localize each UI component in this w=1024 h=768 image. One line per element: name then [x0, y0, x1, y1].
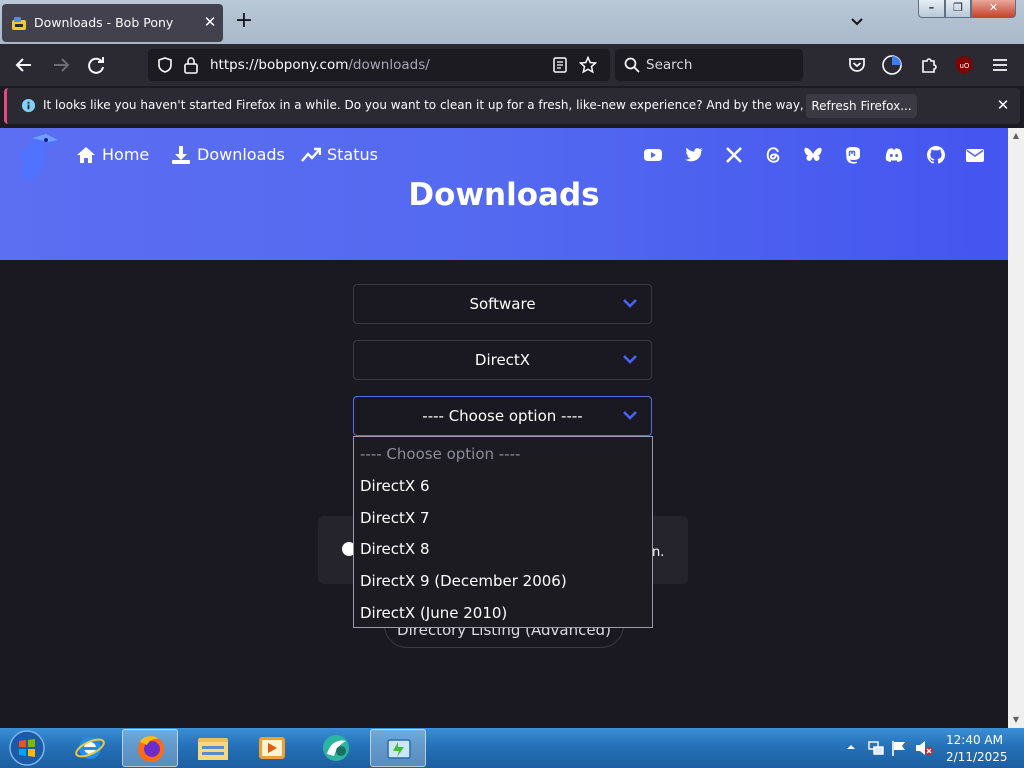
- chevron-down-icon: [623, 299, 637, 308]
- dropdown-option[interactable]: DirectX 7: [360, 509, 430, 537]
- ublock-icon[interactable]: uO: [953, 54, 975, 76]
- close-icon: ✕: [988, 1, 999, 14]
- discord-icon[interactable]: [884, 145, 904, 165]
- product-select[interactable]: DirectX: [353, 340, 652, 380]
- flag-icon[interactable]: [890, 739, 908, 757]
- url-path: /downloads/: [348, 57, 430, 73]
- start-button-icon[interactable]: [4, 728, 50, 768]
- nav-status-label: Status: [327, 145, 378, 164]
- tab-strip: Downloads - Bob Pony ✕ + – ❐ ✕: [0, 0, 1024, 44]
- close-window-button[interactable]: ✕: [971, 0, 1016, 18]
- notification-bar: It looks like you haven't started Firefo…: [4, 88, 1020, 124]
- account-icon[interactable]: [881, 54, 903, 76]
- bookmark-star-icon[interactable]: [579, 56, 597, 74]
- info-text-fragment: n.: [652, 545, 665, 560]
- scroll-up-icon[interactable]: ▲: [1008, 128, 1024, 144]
- dropdown-option[interactable]: DirectX 8: [360, 540, 430, 568]
- category-select-value: Software: [469, 295, 536, 313]
- navigation-toolbar: https://bobpony.com/downloads/ Search uO: [0, 44, 1024, 86]
- minimize-button[interactable]: –: [918, 0, 945, 18]
- url-bar[interactable]: https://bobpony.com/downloads/: [148, 49, 610, 81]
- lock-icon[interactable]: [183, 56, 199, 74]
- clock-date[interactable]: 2/11/2025: [946, 750, 1008, 764]
- shield-icon[interactable]: [156, 56, 174, 74]
- maximize-button[interactable]: ❐: [945, 0, 971, 18]
- chevron-down-icon: [623, 355, 637, 364]
- mastodon-icon[interactable]: [843, 145, 863, 165]
- x-icon[interactable]: [724, 145, 744, 165]
- nav-home-label: Home: [102, 145, 150, 164]
- firefox-icon: [138, 736, 164, 762]
- category-select[interactable]: Software: [353, 284, 652, 324]
- tab-title: Downloads - Bob Pony: [34, 15, 174, 30]
- version-dropdown-list: ---- Choose option ---- DirectX 6 Direct…: [353, 436, 653, 628]
- volume-muted-icon[interactable]: [914, 739, 934, 757]
- file-explorer-icon[interactable]: [185, 729, 241, 767]
- media-player-icon[interactable]: [244, 729, 300, 767]
- dropdown-option[interactable]: DirectX 9 (December 2006): [360, 572, 567, 600]
- nav-downloads-label: Downloads: [197, 145, 285, 164]
- search-icon: [624, 57, 640, 73]
- internet-explorer-icon[interactable]: [62, 729, 118, 767]
- forward-arrow-icon[interactable]: [50, 54, 72, 76]
- svg-text:uO: uO: [960, 62, 970, 70]
- back-arrow-icon[interactable]: [13, 54, 35, 76]
- dropdown-option[interactable]: ---- Choose option ----: [360, 445, 520, 473]
- notification-close-icon[interactable]: ✕: [994, 96, 1012, 114]
- page-viewport: Home Downloads Status Downloads Software…: [0, 128, 1008, 728]
- app-icon[interactable]: [308, 729, 364, 767]
- vertical-scrollbar[interactable]: ▲ ▼: [1008, 128, 1024, 728]
- search-bar[interactable]: Search: [615, 49, 803, 81]
- system-tray: 12:40 AM 2/11/2025: [840, 728, 1024, 768]
- threads-icon[interactable]: [763, 145, 783, 165]
- url-text: https://bobpony.com/downloads/: [210, 57, 430, 73]
- reader-view-icon[interactable]: [552, 57, 568, 73]
- extensions-icon[interactable]: [918, 54, 940, 76]
- version-select[interactable]: ---- Choose option ----: [353, 396, 652, 436]
- menu-icon[interactable]: [989, 54, 1011, 76]
- taskbar-firefox-button[interactable]: [122, 729, 178, 767]
- pocket-icon[interactable]: [846, 54, 868, 76]
- window-icon: [387, 739, 411, 759]
- clock-time[interactable]: 12:40 AM: [946, 733, 1003, 747]
- bobpony-favicon-icon: [12, 17, 26, 30]
- dropdown-option[interactable]: DirectX (June 2010): [360, 604, 507, 632]
- youtube-icon[interactable]: [643, 145, 663, 165]
- network-icon[interactable]: [867, 739, 885, 757]
- new-tab-button[interactable]: +: [233, 10, 255, 32]
- tray-expand-icon[interactable]: [846, 742, 856, 752]
- github-icon[interactable]: [926, 145, 946, 165]
- twitter-icon[interactable]: [684, 145, 704, 165]
- trending-icon: [301, 147, 321, 162]
- chevron-down-icon[interactable]: [848, 12, 866, 30]
- version-select-value: ---- Choose option ----: [422, 407, 583, 425]
- download-icon: [172, 146, 190, 164]
- screen: Downloads - Bob Pony ✕ + – ❐ ✕ https://b…: [0, 0, 1024, 768]
- tab-downloads[interactable]: Downloads - Bob Pony ✕: [2, 4, 223, 42]
- chevron-down-icon: [623, 411, 637, 420]
- refresh-firefox-button[interactable]: Refresh Firefox...: [806, 94, 917, 118]
- search-placeholder: Search: [646, 57, 693, 73]
- product-select-value: DirectX: [474, 351, 531, 369]
- maximize-icon: ❐: [953, 1, 963, 14]
- email-icon[interactable]: [965, 145, 985, 165]
- bobpony-logo-icon[interactable]: [12, 132, 64, 182]
- taskbar-window-button[interactable]: [370, 729, 426, 767]
- page-title: Downloads: [408, 177, 600, 213]
- bluesky-icon[interactable]: [803, 145, 823, 165]
- scroll-down-icon[interactable]: ▼: [1008, 712, 1024, 728]
- reload-icon[interactable]: [85, 54, 107, 76]
- dropdown-option[interactable]: DirectX 6: [360, 477, 430, 505]
- site-header: Home Downloads Status Downloads: [0, 128, 1008, 260]
- taskbar: 12:40 AM 2/11/2025: [0, 728, 1024, 768]
- tab-close-icon[interactable]: ✕: [201, 13, 219, 31]
- home-icon: [77, 147, 95, 163]
- minimize-icon: –: [928, 1, 935, 14]
- url-host: https://bobpony.com: [210, 57, 349, 73]
- info-icon: [21, 98, 36, 113]
- notification-text: It looks like you haven't started Firefo…: [43, 98, 899, 112]
